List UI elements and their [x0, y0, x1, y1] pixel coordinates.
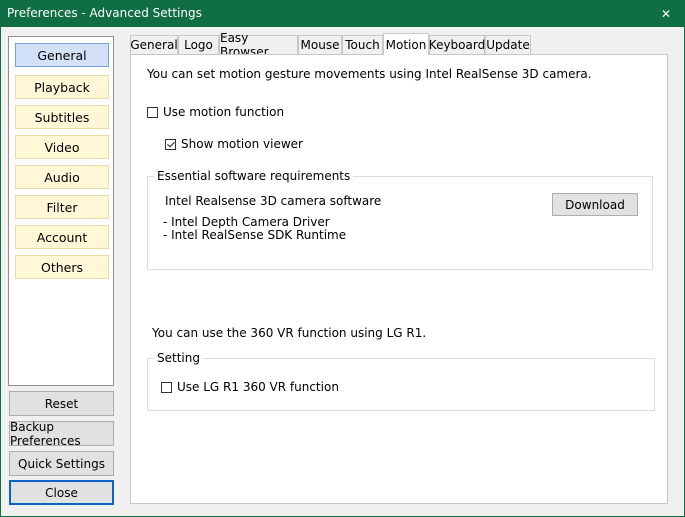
nav-playback[interactable]: Playback — [15, 75, 109, 99]
window-title: Preferences - Advanced Settings — [7, 6, 202, 20]
requirement-driver: - Intel Depth Camera Driver — [163, 215, 330, 229]
use-motion-label: Use motion function — [163, 105, 285, 119]
show-motion-viewer-label: Show motion viewer — [181, 137, 303, 151]
preferences-window: Preferences - Advanced Settings ✕ Genera… — [1, 0, 684, 516]
reset-button[interactable]: Reset — [9, 391, 114, 416]
close-button[interactable]: Close — [9, 480, 114, 505]
backup-preferences-button[interactable]: Backup Preferences — [9, 420, 114, 448]
nav-others[interactable]: Others — [15, 255, 109, 279]
motion-intro-text: You can set motion gesture movements usi… — [147, 67, 592, 81]
nav-account[interactable]: Account — [15, 225, 109, 249]
motion-tab-panel: You can set motion gesture movements usi… — [130, 54, 668, 504]
nav-subtitles[interactable]: Subtitles — [15, 105, 109, 129]
vr-info-text: You can use the 360 VR function using LG… — [152, 326, 427, 340]
tab-easy-browser[interactable]: Easy Browser — [219, 31, 298, 59]
download-button[interactable]: Download — [552, 193, 638, 216]
use-lg-r1-checkbox-box[interactable] — [161, 381, 172, 393]
software-name: Intel Realsense 3D camera software — [165, 194, 382, 208]
show-motion-viewer-checkbox[interactable]: Show motion viewer — [165, 137, 303, 151]
tab-motion[interactable]: Motion — [383, 33, 429, 55]
tab-mouse[interactable]: Mouse — [298, 35, 342, 54]
use-motion-checkbox[interactable]: Use motion function — [147, 105, 284, 119]
nav-audio[interactable]: Audio — [15, 165, 109, 189]
close-icon[interactable]: ✕ — [648, 0, 684, 27]
category-list: General Playback Subtitles Video Audio F… — [8, 36, 114, 386]
title-bar: Preferences - Advanced Settings ✕ — [1, 0, 684, 27]
setting-title: Setting — [154, 351, 203, 365]
tab-touch[interactable]: Touch — [342, 35, 383, 54]
tab-keyboard[interactable]: Keyboard — [429, 35, 485, 54]
tab-logo[interactable]: Logo — [178, 35, 219, 54]
nav-general[interactable]: General — [15, 43, 109, 67]
requirement-sdk-runtime: - Intel RealSense SDK Runtime — [163, 228, 347, 242]
tab-general[interactable]: General — [130, 35, 178, 54]
tab-update[interactable]: Update — [485, 35, 531, 54]
show-motion-viewer-checkbox-box[interactable] — [165, 138, 176, 150]
quick-settings-button[interactable]: Quick Settings — [9, 451, 114, 476]
use-lg-r1-label: Use LG R1 360 VR function — [177, 380, 339, 394]
nav-video[interactable]: Video — [15, 135, 109, 159]
use-motion-checkbox-box[interactable] — [147, 106, 158, 118]
nav-filter[interactable]: Filter — [15, 195, 109, 219]
use-lg-r1-checkbox[interactable]: Use LG R1 360 VR function — [161, 380, 339, 394]
requirements-title: Essential software requirements — [154, 169, 354, 183]
